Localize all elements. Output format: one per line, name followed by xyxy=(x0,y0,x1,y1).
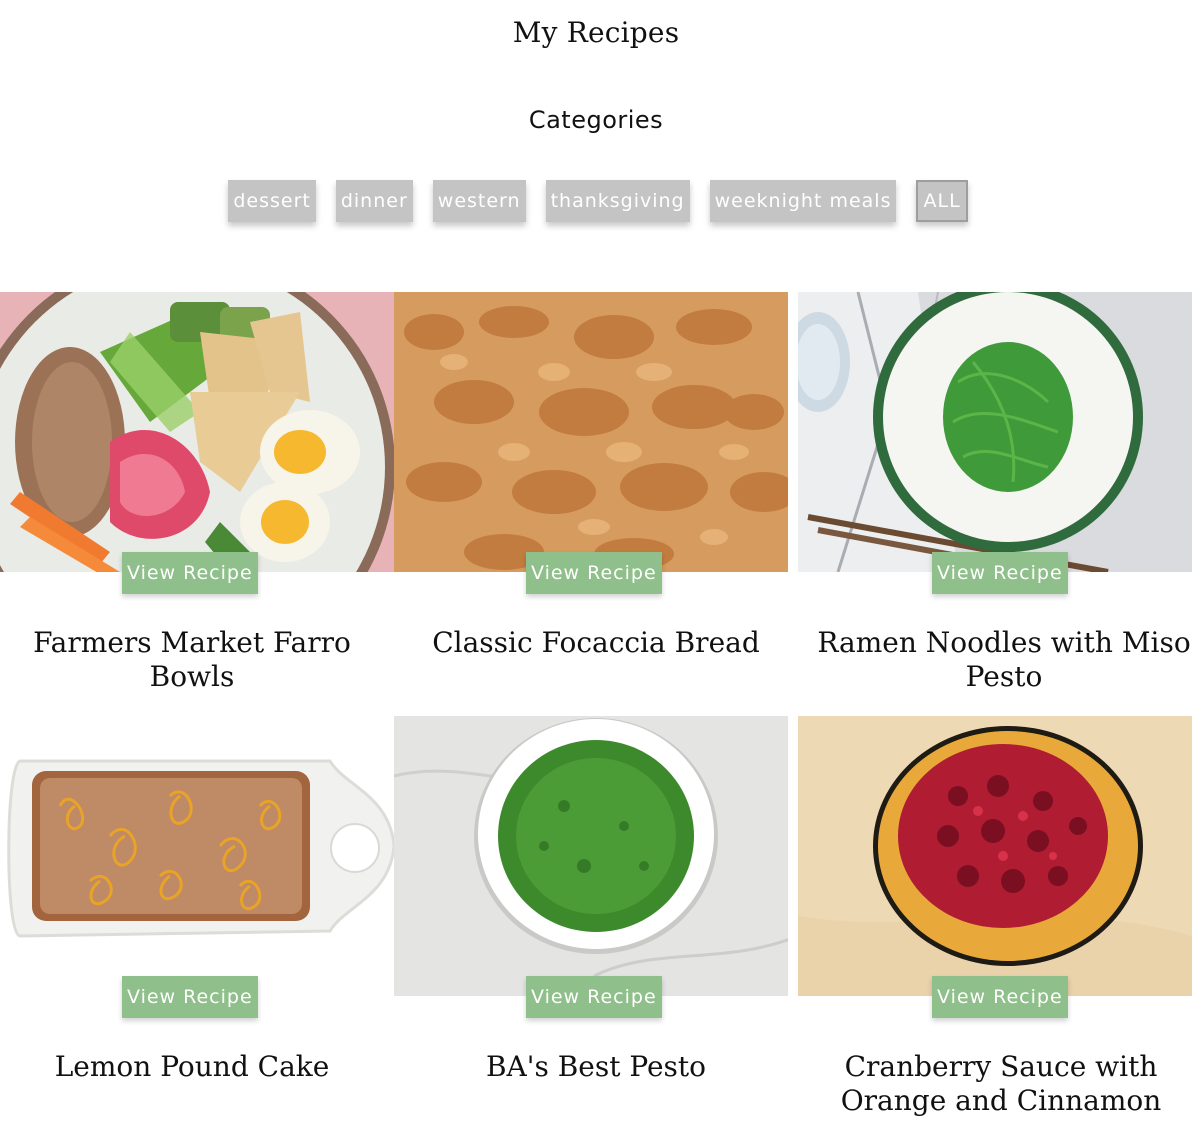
recipe-title: Classic Focaccia Bread xyxy=(432,626,760,659)
categories-heading: Categories xyxy=(528,106,664,134)
recipe-title: Cranberry Sauce with Orange and Cinnamon xyxy=(840,1050,1162,1117)
cranberry-sauce-image[interactable] xyxy=(798,716,1192,996)
recipe-title: Ramen Noodles with Miso Pesto xyxy=(817,626,1191,693)
category-chip-western[interactable]: western xyxy=(432,180,526,222)
view-recipe-button[interactable]: View Recipe xyxy=(122,976,258,1018)
ramen-image[interactable] xyxy=(798,292,1192,572)
pound-cake-image[interactable] xyxy=(0,716,394,996)
view-recipe-button[interactable]: View Recipe xyxy=(526,552,662,594)
view-recipe-button[interactable]: View Recipe xyxy=(122,552,258,594)
category-chip-weeknight-meals[interactable]: weeknight meals xyxy=(709,180,897,222)
category-chip-thanksgiving[interactable]: thanksgiving xyxy=(545,180,690,222)
focaccia-image[interactable] xyxy=(394,292,788,572)
category-chip-all[interactable]: ALL xyxy=(916,180,968,222)
category-chip-dinner[interactable]: dinner xyxy=(335,180,413,222)
recipe-title: Farmers Market Farro Bowls xyxy=(33,626,351,693)
view-recipe-button[interactable]: View Recipe xyxy=(932,976,1068,1018)
view-recipe-button[interactable]: View Recipe xyxy=(932,552,1068,594)
view-recipe-button[interactable]: View Recipe xyxy=(526,976,662,1018)
page-title: My Recipes xyxy=(512,16,680,49)
recipe-title: BA's Best Pesto xyxy=(485,1050,707,1083)
category-filter-bar: dessert dinner western thanksgiving week… xyxy=(0,180,1192,222)
category-chip-dessert[interactable]: dessert xyxy=(228,180,316,222)
pesto-image[interactable] xyxy=(394,716,788,996)
farro-bowl-image[interactable] xyxy=(0,292,394,572)
recipe-title: Lemon Pound Cake xyxy=(54,1050,330,1083)
